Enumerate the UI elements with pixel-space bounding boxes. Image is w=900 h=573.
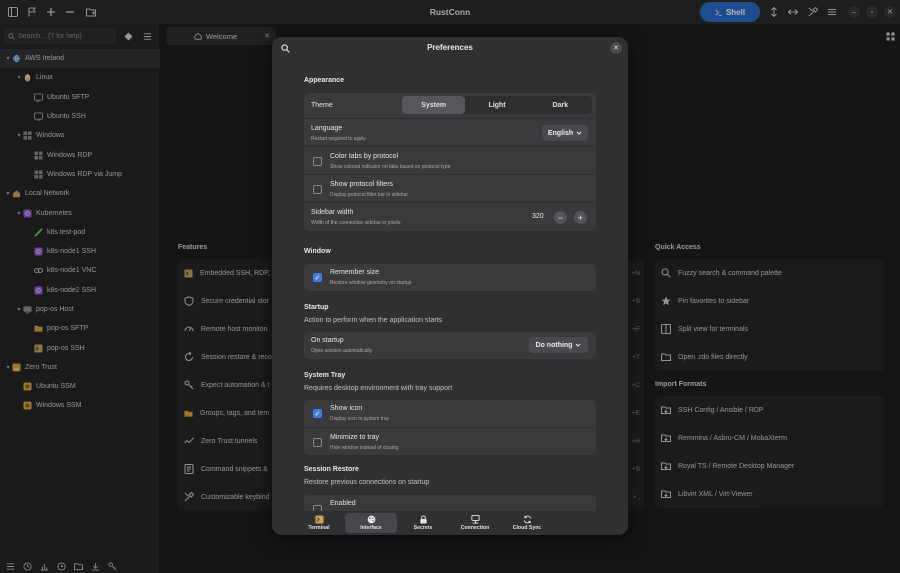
- on-startup-sub: Open session automatically: [311, 348, 373, 354]
- color-tabs-checkbox[interactable]: [313, 157, 322, 166]
- nav-label: Secrets: [413, 525, 433, 531]
- minimize-tray-sub: Hide window instead of closing: [330, 445, 399, 451]
- network-icon: [470, 515, 480, 524]
- on-startup-value: Do nothing: [535, 341, 573, 349]
- palette-icon: [367, 515, 376, 524]
- lock-icon: [419, 515, 428, 524]
- minimize-tray-checkbox[interactable]: [313, 438, 322, 447]
- nav-label: Interface: [360, 525, 382, 531]
- remember-size-row[interactable]: ✓ Remember size Restore window geometry …: [304, 264, 596, 291]
- color-tabs-sub: Show colored indicator on tabs based on …: [330, 164, 451, 170]
- minimize-tray-row[interactable]: Minimize to tray Hide window instead of …: [304, 427, 596, 455]
- color-tabs-label: Color tabs by protocol: [330, 153, 399, 160]
- appearance-title: Appearance: [304, 77, 345, 84]
- session-restore-title: Session Restore: [304, 466, 359, 473]
- on-startup-label: On startup: [311, 337, 344, 344]
- terminal-icon: [314, 515, 324, 524]
- nav-label: Connection: [460, 525, 490, 531]
- tray-desc: Requires desktop environment with tray s…: [304, 385, 453, 392]
- nav-label: Cloud Sync: [512, 525, 542, 531]
- close-dialog-icon[interactable]: ✕: [610, 42, 622, 54]
- sync-icon: [523, 515, 532, 524]
- show-icon-sub: Display icon in system tray: [330, 416, 390, 422]
- theme-option-system[interactable]: System: [402, 96, 466, 114]
- protocol-filters-checkbox[interactable]: [313, 185, 322, 194]
- remember-size-label: Remember size: [330, 269, 380, 276]
- tray-card: ✓ Show icon Display icon in system tray …: [304, 400, 596, 455]
- enabled-label: Enabled: [330, 500, 356, 507]
- preferences-nav: Terminal Interface Secrets Connection Cloud …: [272, 511, 628, 535]
- theme-label: Theme: [311, 102, 333, 109]
- tray-title: System Tray: [304, 372, 346, 379]
- startup-desc: Action to perform when the application s…: [304, 317, 443, 324]
- appearance-card: Theme System Light Dark Language Restart…: [304, 93, 596, 231]
- nav-connection[interactable]: Connection: [449, 513, 501, 533]
- theme-option-light[interactable]: Light: [465, 96, 528, 114]
- preferences-title: Preferences: [427, 43, 473, 52]
- nav-terminal[interactable]: Terminal: [293, 513, 345, 533]
- theme-selector[interactable]: System Light Dark: [402, 96, 592, 114]
- show-icon-checkbox[interactable]: ✓: [313, 409, 322, 418]
- nav-secrets[interactable]: Secrets: [397, 513, 449, 533]
- protocol-filters-row[interactable]: Show protocol filters Display protocol f…: [304, 174, 596, 202]
- sidebar-width-sub: Width of the connection sidebar in pixel…: [311, 220, 401, 226]
- language-dropdown[interactable]: English: [542, 125, 588, 141]
- minimize-tray-label: Minimize to tray: [330, 434, 380, 441]
- nav-cloud-sync[interactable]: Cloud Sync: [501, 513, 553, 533]
- chevron-down-icon: [576, 130, 582, 136]
- nav-interface[interactable]: Interface: [345, 513, 397, 533]
- remember-size-checkbox[interactable]: ✓: [313, 273, 322, 282]
- window-title: Window: [304, 248, 331, 255]
- language-value: English: [547, 129, 574, 137]
- startup-title: Startup: [304, 304, 329, 311]
- language-sub: Restart required to apply: [311, 136, 366, 142]
- decrease-width-button[interactable]: −: [554, 211, 567, 224]
- theme-option-dark[interactable]: Dark: [529, 96, 592, 114]
- preferences-dialog: Preferences ✕ Appearance Theme System Li…: [272, 37, 628, 535]
- sidebar-width-value[interactable]: 320: [532, 213, 544, 220]
- language-row: Language Restart required to apply Engli…: [304, 118, 596, 146]
- show-icon-label: Show icon: [330, 405, 363, 412]
- sidebar-width-label: Sidebar width: [311, 209, 354, 216]
- nav-label: Terminal: [308, 525, 330, 531]
- on-startup-dropdown[interactable]: Do nothing: [529, 337, 588, 353]
- language-label: Language: [311, 125, 343, 132]
- sidebar-width-row: Sidebar width Width of the connection si…: [304, 202, 596, 231]
- on-startup-row: On startup Open session automatically Do…: [304, 332, 596, 359]
- protocol-filters-label: Show protocol filters: [330, 181, 394, 188]
- show-icon-row[interactable]: ✓ Show icon Display icon in system tray: [304, 400, 596, 427]
- chevron-down-icon: [575, 342, 581, 348]
- color-tabs-row[interactable]: Color tabs by protocol Show colored indi…: [304, 146, 596, 174]
- protocol-filters-sub: Display protocol filter bar in sidebar: [330, 192, 409, 198]
- session-restore-desc: Restore previous connections on startup: [304, 479, 430, 486]
- window-card: ✓ Remember size Restore window geometry …: [304, 264, 596, 291]
- remember-size-sub: Restore window geometry on startup: [330, 280, 412, 286]
- increase-width-button[interactable]: +: [574, 211, 587, 224]
- theme-row: Theme System Light Dark: [304, 93, 596, 118]
- startup-card: On startup Open session automatically Do…: [304, 332, 596, 359]
